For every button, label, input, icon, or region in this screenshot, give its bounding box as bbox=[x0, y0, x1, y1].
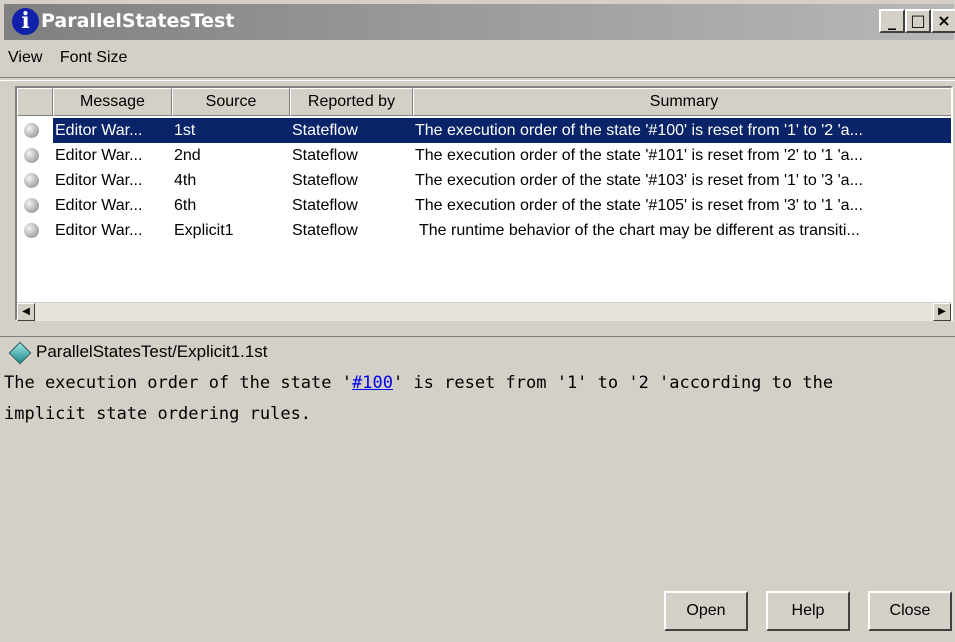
cell-message: Editor War... bbox=[55, 147, 143, 164]
column-header-message[interactable]: Message bbox=[53, 88, 172, 116]
cell-source: 1st bbox=[172, 118, 290, 143]
cell-summary: The execution order of the state '#101' … bbox=[415, 147, 863, 164]
details-path: ParallelStatesTest/Explicit1.1st bbox=[36, 342, 268, 361]
details-line-2: implicit state ordering rules. bbox=[4, 404, 312, 424]
cell-message: Editor War... bbox=[53, 118, 173, 143]
menu-font-size[interactable]: Font Size bbox=[56, 44, 137, 72]
cell-source: Explicit1 bbox=[174, 222, 234, 239]
minimize-button[interactable]: _ bbox=[879, 9, 905, 33]
title-bar[interactable]: i ParallelStatesTest _ □ × bbox=[4, 4, 955, 40]
warning-dot-icon bbox=[24, 198, 39, 213]
cell-reported-by: Stateflow bbox=[290, 118, 413, 143]
scroll-left-button[interactable]: ◀ bbox=[17, 303, 35, 321]
info-icon: i bbox=[12, 8, 39, 35]
warning-dot-icon bbox=[24, 148, 39, 163]
details-path-bar: ParallelStatesTest/Explicit1.1st bbox=[0, 336, 955, 369]
state-link[interactable]: #100 bbox=[352, 373, 393, 393]
details-line-1: The execution order of the state '#100' … bbox=[4, 368, 833, 399]
cell-message: Editor War... bbox=[55, 172, 143, 189]
help-button[interactable]: Help bbox=[766, 591, 850, 631]
cell-summary: The execution order of the state '#103' … bbox=[415, 172, 863, 189]
cell-message: Editor War... bbox=[55, 197, 143, 214]
warning-dot-icon bbox=[24, 173, 39, 188]
table-row[interactable]: Editor War... Explicit1 Stateflow The ru… bbox=[17, 218, 951, 243]
close-window-button[interactable]: × bbox=[931, 9, 955, 33]
menu-divider bbox=[0, 77, 955, 81]
column-header-reported-by[interactable]: Reported by bbox=[290, 88, 413, 116]
table-row[interactable]: Editor War... 2nd Stateflow The executio… bbox=[17, 143, 951, 168]
cell-summary: The execution order of the state '#105' … bbox=[415, 197, 863, 214]
scroll-right-button[interactable]: ▶ bbox=[933, 303, 951, 321]
warning-dot-icon bbox=[24, 223, 39, 238]
details-text-area: The execution order of the state '#100' … bbox=[0, 368, 955, 588]
cell-message: Editor War... bbox=[55, 222, 143, 239]
cell-reported-by: Stateflow bbox=[292, 172, 358, 189]
table-row[interactable]: Editor War... 6th Stateflow The executio… bbox=[17, 193, 951, 218]
open-button[interactable]: Open bbox=[664, 591, 748, 631]
table-row[interactable]: Editor War... 4th Stateflow The executio… bbox=[17, 168, 951, 193]
details-text-suffix: ' is reset from '1' to '2 'according to … bbox=[392, 373, 834, 393]
details-text-prefix: The execution order of the state ' bbox=[4, 373, 352, 393]
table-row[interactable]: Editor War... 1st Stateflow The executio… bbox=[17, 118, 951, 143]
cell-source: 2nd bbox=[174, 147, 201, 164]
warning-dot-icon bbox=[24, 123, 39, 138]
column-header-source[interactable]: Source bbox=[172, 88, 290, 116]
menu-view[interactable]: View bbox=[4, 44, 51, 72]
cell-source: 4th bbox=[174, 172, 197, 189]
column-header-icon[interactable] bbox=[17, 88, 53, 116]
column-header-summary[interactable]: Summary bbox=[413, 88, 951, 116]
cell-reported-by: Stateflow bbox=[292, 222, 358, 239]
maximize-button[interactable]: □ bbox=[905, 9, 931, 33]
diamond-icon bbox=[8, 341, 32, 365]
menu-bar: View Font Size bbox=[4, 44, 136, 72]
cell-reported-by: Stateflow bbox=[292, 197, 358, 214]
close-button[interactable]: Close bbox=[868, 591, 952, 631]
cell-summary: The execution order of the state '#100' … bbox=[413, 118, 951, 143]
window-title: ParallelStatesTest bbox=[41, 10, 235, 32]
horizontal-scrollbar[interactable]: ◀ ▶ bbox=[17, 302, 951, 321]
cell-summary: The runtime behavior of the chart may be… bbox=[419, 222, 860, 239]
cell-reported-by: Stateflow bbox=[292, 147, 358, 164]
parallel-states-test-window: i ParallelStatesTest _ □ × View Font Siz… bbox=[0, 0, 955, 642]
messages-table[interactable]: Message Source Reported by Summary Edito… bbox=[15, 86, 953, 321]
cell-source: 6th bbox=[174, 197, 197, 214]
